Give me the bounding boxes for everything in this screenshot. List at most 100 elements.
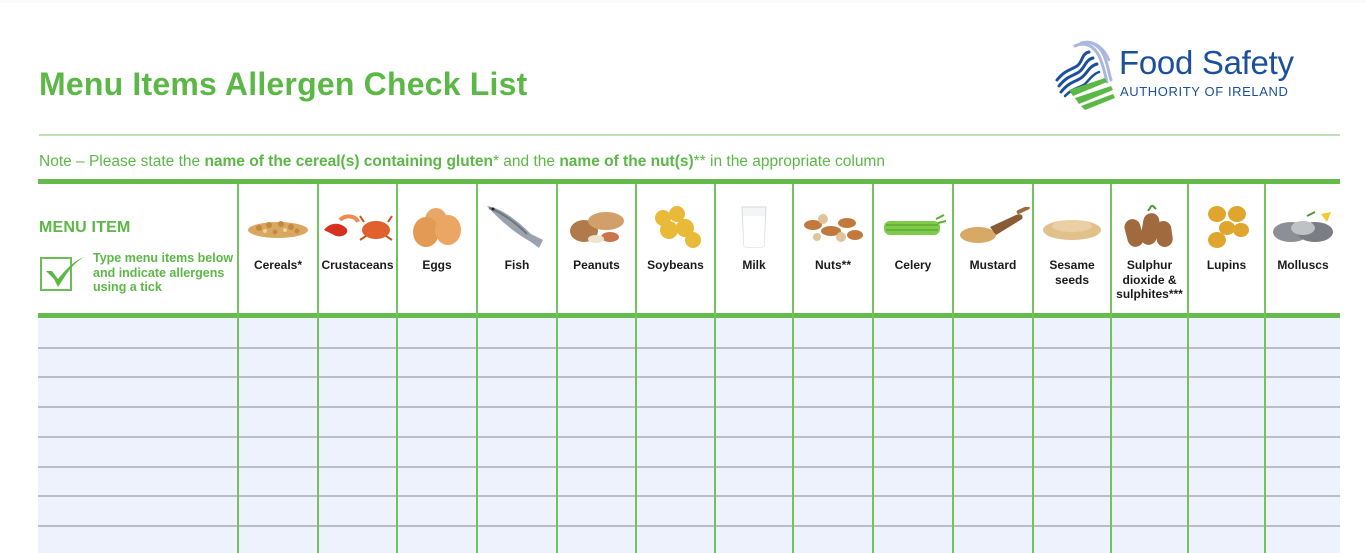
tick-cell-nuts[interactable] <box>794 348 872 378</box>
tick-cell-celery[interactable] <box>874 348 952 378</box>
tick-cell-eggs[interactable] <box>398 407 476 437</box>
tick-cell-soybeans[interactable] <box>637 377 714 407</box>
tick-cell-peanuts[interactable] <box>558 437 635 467</box>
tick-cell-fish[interactable] <box>478 377 556 407</box>
tick-cell-eggs[interactable] <box>398 496 476 526</box>
tick-cell-nuts[interactable] <box>794 318 872 348</box>
tick-cell-mustard[interactable] <box>954 437 1032 467</box>
tick-cell-celery[interactable] <box>874 496 952 526</box>
tick-cell-sulphites[interactable] <box>1112 377 1187 407</box>
tick-cell-molluscs[interactable] <box>1266 407 1340 437</box>
tick-cell-crustaceans[interactable] <box>319 348 396 378</box>
tick-cell-soybeans[interactable] <box>637 496 714 526</box>
tick-cell-fish[interactable] <box>478 496 556 526</box>
tick-cell-celery[interactable] <box>874 407 952 437</box>
tick-cell-sulphites[interactable] <box>1112 407 1187 437</box>
tick-cell-sesame-seeds[interactable] <box>1034 437 1110 467</box>
tick-cell-milk[interactable] <box>716 437 792 467</box>
tick-cell-nuts[interactable] <box>794 526 872 553</box>
tick-cell-fish[interactable] <box>478 348 556 378</box>
tick-cell-eggs[interactable] <box>398 526 476 553</box>
tick-cell-fish[interactable] <box>478 437 556 467</box>
menu-item-input[interactable] <box>38 496 237 526</box>
menu-item-input[interactable] <box>38 407 237 437</box>
tick-cell-crustaceans[interactable] <box>319 437 396 467</box>
tick-cell-molluscs[interactable] <box>1266 496 1340 526</box>
tick-cell-soybeans[interactable] <box>637 467 714 497</box>
tick-cell-milk[interactable] <box>716 526 792 553</box>
tick-cell-mustard[interactable] <box>954 496 1032 526</box>
tick-cell-soybeans[interactable] <box>637 437 714 467</box>
tick-cell-cereals[interactable] <box>239 526 317 553</box>
tick-cell-crustaceans[interactable] <box>319 318 396 348</box>
tick-cell-crustaceans[interactable] <box>319 467 396 497</box>
tick-cell-peanuts[interactable] <box>558 348 635 378</box>
menu-item-input[interactable] <box>38 377 237 407</box>
tick-cell-crustaceans[interactable] <box>319 496 396 526</box>
tick-cell-mustard[interactable] <box>954 526 1032 553</box>
tick-cell-soybeans[interactable] <box>637 407 714 437</box>
tick-cell-nuts[interactable] <box>794 437 872 467</box>
tick-cell-peanuts[interactable] <box>558 407 635 437</box>
tick-cell-molluscs[interactable] <box>1266 526 1340 553</box>
tick-cell-eggs[interactable] <box>398 437 476 467</box>
tick-cell-fish[interactable] <box>478 318 556 348</box>
tick-cell-cereals[interactable] <box>239 348 317 378</box>
menu-item-input[interactable] <box>38 437 237 467</box>
tick-cell-crustaceans[interactable] <box>319 377 396 407</box>
tick-cell-sulphites[interactable] <box>1112 467 1187 497</box>
tick-cell-crustaceans[interactable] <box>319 526 396 553</box>
tick-cell-sulphites[interactable] <box>1112 318 1187 348</box>
tick-cell-lupins[interactable] <box>1189 496 1264 526</box>
tick-cell-sulphites[interactable] <box>1112 437 1187 467</box>
tick-cell-milk[interactable] <box>716 496 792 526</box>
tick-cell-cereals[interactable] <box>239 318 317 348</box>
tick-cell-lupins[interactable] <box>1189 348 1264 378</box>
tick-cell-peanuts[interactable] <box>558 467 635 497</box>
tick-cell-celery[interactable] <box>874 526 952 553</box>
tick-cell-nuts[interactable] <box>794 467 872 497</box>
tick-cell-soybeans[interactable] <box>637 526 714 553</box>
tick-cell-nuts[interactable] <box>794 496 872 526</box>
tick-cell-celery[interactable] <box>874 377 952 407</box>
tick-cell-cereals[interactable] <box>239 437 317 467</box>
tick-cell-fish[interactable] <box>478 526 556 553</box>
tick-cell-cereals[interactable] <box>239 377 317 407</box>
tick-cell-sesame-seeds[interactable] <box>1034 467 1110 497</box>
tick-cell-lupins[interactable] <box>1189 318 1264 348</box>
tick-cell-sesame-seeds[interactable] <box>1034 496 1110 526</box>
tick-cell-mustard[interactable] <box>954 467 1032 497</box>
tick-cell-sesame-seeds[interactable] <box>1034 377 1110 407</box>
tick-cell-fish[interactable] <box>478 407 556 437</box>
tick-cell-lupins[interactable] <box>1189 526 1264 553</box>
tick-cell-sulphites[interactable] <box>1112 496 1187 526</box>
tick-cell-milk[interactable] <box>716 467 792 497</box>
tick-cell-molluscs[interactable] <box>1266 377 1340 407</box>
tick-cell-milk[interactable] <box>716 318 792 348</box>
tick-cell-mustard[interactable] <box>954 377 1032 407</box>
tick-cell-molluscs[interactable] <box>1266 467 1340 497</box>
tick-cell-lupins[interactable] <box>1189 467 1264 497</box>
tick-cell-cereals[interactable] <box>239 496 317 526</box>
tick-cell-lupins[interactable] <box>1189 407 1264 437</box>
tick-cell-celery[interactable] <box>874 467 952 497</box>
tick-cell-cereals[interactable] <box>239 407 317 437</box>
tick-cell-nuts[interactable] <box>794 377 872 407</box>
tick-cell-soybeans[interactable] <box>637 318 714 348</box>
tick-cell-celery[interactable] <box>874 318 952 348</box>
tick-cell-soybeans[interactable] <box>637 348 714 378</box>
tick-cell-mustard[interactable] <box>954 407 1032 437</box>
tick-cell-fish[interactable] <box>478 467 556 497</box>
tick-cell-milk[interactable] <box>716 407 792 437</box>
tick-cell-milk[interactable] <box>716 348 792 378</box>
tick-cell-peanuts[interactable] <box>558 526 635 553</box>
tick-cell-peanuts[interactable] <box>558 496 635 526</box>
tick-cell-mustard[interactable] <box>954 318 1032 348</box>
tick-cell-mustard[interactable] <box>954 348 1032 378</box>
menu-item-input[interactable] <box>38 526 237 553</box>
tick-cell-eggs[interactable] <box>398 467 476 497</box>
tick-cell-eggs[interactable] <box>398 377 476 407</box>
tick-cell-milk[interactable] <box>716 377 792 407</box>
tick-cell-molluscs[interactable] <box>1266 437 1340 467</box>
tick-cell-cereals[interactable] <box>239 467 317 497</box>
